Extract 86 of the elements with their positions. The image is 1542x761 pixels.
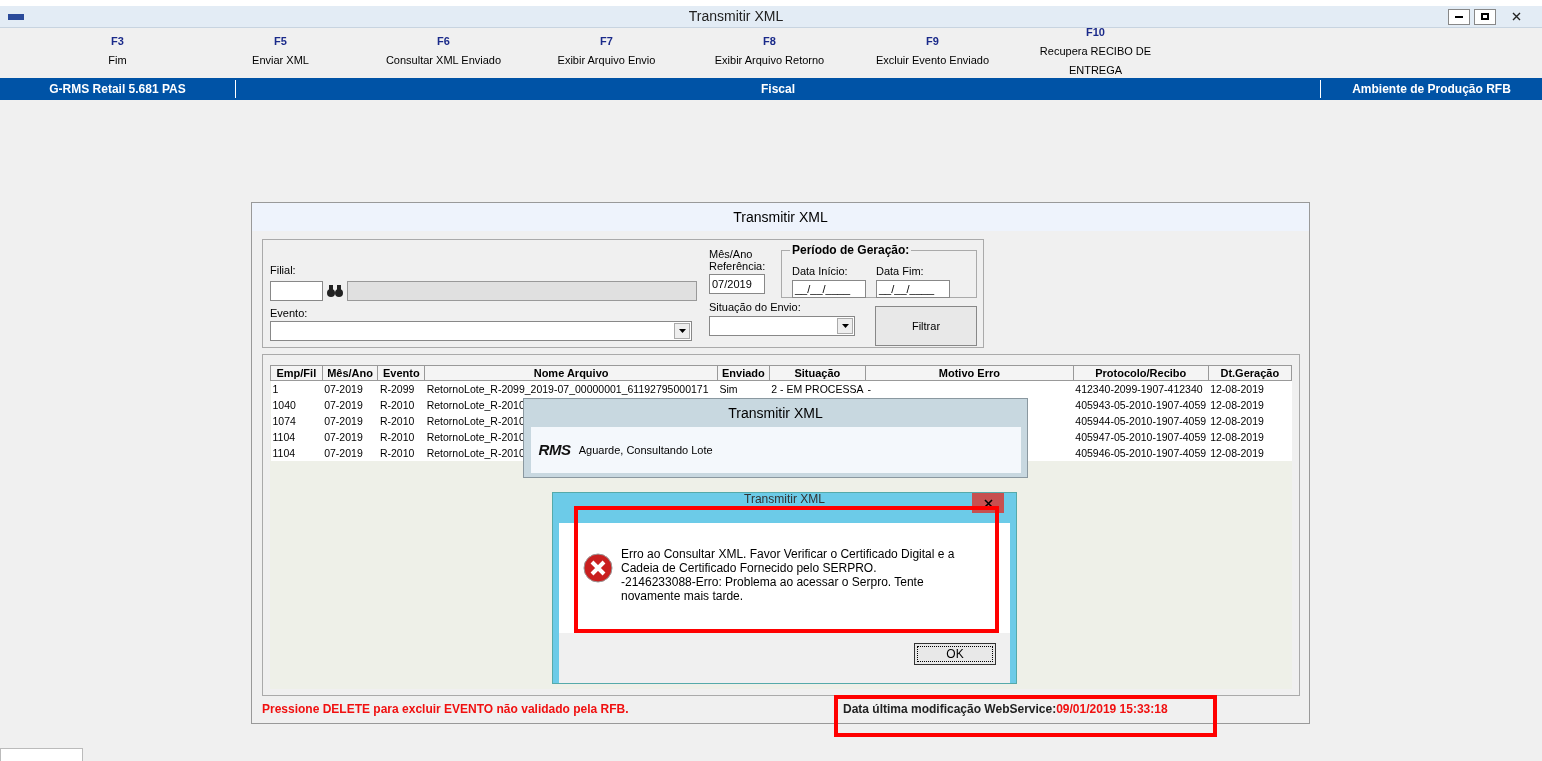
table-cell: 12-08-2019: [1210, 398, 1264, 411]
version-label: G-RMS Retail 5.681 PAS: [0, 80, 236, 98]
table-cell: 12-08-2019: [1210, 414, 1264, 427]
data-inicio-label: Data Início:: [792, 264, 849, 279]
table-cell: 1104: [272, 446, 296, 459]
data-fim-label: Data Fim:: [876, 264, 925, 279]
evento-label: Evento:: [270, 305, 309, 321]
table-cell: R-2010: [379, 430, 415, 443]
rms-logo: RMS: [538, 439, 571, 460]
table-cell: 1104: [272, 430, 296, 443]
table-cell: R-2099: [379, 382, 415, 395]
error-detail: -2146233088-Erro: Problema ao acessar o Serpro. Tente novamente mais tarde.: [621, 575, 925, 603]
table-cell: RetornoLote_R-2010: [426, 398, 525, 411]
column-header[interactable]: Nome Arquivo: [424, 365, 718, 381]
ok-button[interactable]: OK: [914, 643, 996, 665]
close-icon: [1512, 12, 1522, 21]
table-cell: 1040: [272, 398, 296, 411]
filter-button[interactable]: Filtrar: [875, 306, 977, 346]
table-cell: Sim: [719, 382, 738, 395]
table-cell: 07-2019: [324, 414, 363, 427]
column-header[interactable]: Situação: [769, 365, 866, 381]
table-cell: 12-08-2019: [1210, 430, 1264, 443]
panel-title: Transmitir XML: [252, 203, 1309, 231]
data-inicio-field[interactable]: __/__/____: [792, 279, 866, 298]
close-icon: [983, 498, 993, 508]
table-cell: 1: [272, 382, 279, 395]
evento-select[interactable]: [270, 321, 692, 341]
environment-label: Ambiente de Produção RFB: [1320, 80, 1542, 98]
periodo-title: Período de Geração:: [790, 243, 912, 257]
table-cell: RetornoLote_R-2099_2019-07_00000001_61192795000171: [426, 382, 709, 395]
situacao-select[interactable]: [709, 315, 855, 336]
toolbar-button[interactable]: F7 Exibir Arquivo Envio: [525, 32, 688, 70]
filial-field[interactable]: [270, 280, 323, 301]
toolbar-button[interactable]: F10 Recupera RECIBO DE ENTREGA: [1014, 22, 1177, 80]
webservice-date: 09/01/2019 15:33:18: [1056, 701, 1168, 718]
restore-button[interactable]: [1474, 8, 1496, 25]
mes-ano-label: Mês/Ano Referência:: [709, 248, 767, 272]
table-cell: 07-2019: [324, 446, 363, 459]
delete-hint: Pressione DELETE para excluir EVENTO não validado pela RFB.: [262, 701, 630, 718]
table-cell: 07-2019: [324, 382, 363, 395]
progress-message: Aguarde, Consultando Lote: [578, 442, 713, 458]
window-title: Transmitir XML: [688, 7, 784, 26]
column-header[interactable]: Dt.Geração: [1208, 365, 1292, 381]
table-cell: 2 - EM PROCESSA: [771, 382, 864, 395]
column-header[interactable]: Protocolo/Recibo: [1073, 365, 1209, 381]
dialog-title: Transmitir XML: [744, 493, 825, 506]
app-icon: [8, 13, 24, 20]
toolbar-button[interactable]: F8 Exibir Arquivo Retorno: [688, 32, 851, 70]
table-cell: RetornoLote_R-2010: [426, 430, 525, 443]
mes-ano-field[interactable]: 07/2019: [709, 274, 765, 294]
minimize-button[interactable]: [1448, 8, 1470, 25]
column-header[interactable]: Emp/Fil: [270, 365, 323, 381]
table-cell: 405946-05-2010-1907-4059: [1075, 446, 1207, 459]
table-cell: R-2010: [379, 414, 415, 427]
table-cell: 405947-05-2010-1907-4059: [1075, 430, 1207, 443]
column-header[interactable]: Mês/Ano: [322, 365, 378, 381]
column-header[interactable]: Enviado: [717, 365, 770, 381]
table-cell: R-2010: [379, 446, 415, 459]
table-cell: -: [867, 382, 871, 395]
toolbar-button[interactable]: F9 Excluir Evento Enviado: [851, 32, 1014, 70]
error-icon: [583, 553, 613, 583]
toolbar-button[interactable]: F5 Enviar XML: [199, 32, 362, 70]
table-cell: 12-08-2019: [1210, 382, 1264, 395]
table-cell: RetornoLote_R-2010: [426, 446, 525, 459]
table-cell: 405943-05-2010-1907-4059: [1075, 398, 1207, 411]
table-cell: 07-2019: [324, 398, 363, 411]
situacao-label: Situação do Envio:: [709, 300, 802, 315]
data-fim-field[interactable]: __/__/____: [876, 279, 950, 298]
toolbar-button[interactable]: F3 Fim: [36, 32, 199, 70]
webservice-label: Data última modificação WebService:: [843, 701, 1057, 718]
table-cell: R-2010: [379, 398, 415, 411]
column-header[interactable]: Evento: [377, 365, 425, 381]
table-cell: RetornoLote_R-2010: [426, 414, 525, 427]
table-cell: 405944-05-2010-1907-4059: [1075, 414, 1207, 427]
error-message: Erro ao Consultar XML. Favor Verificar o Certificado Digital e a Cadeia de Certificado Fornecido pelo SERPRO.: [621, 547, 956, 575]
table-cell: 12-08-2019: [1210, 446, 1264, 459]
table-cell: 412340-2099-1907-412340: [1075, 382, 1203, 395]
column-header[interactable]: Motivo Erro: [865, 365, 1074, 381]
table-cell: 1074: [272, 414, 296, 427]
toolbar-button[interactable]: F6 Consultar XML Enviado: [362, 32, 525, 70]
table-cell: 07-2019: [324, 430, 363, 443]
dialog-title: Transmitir XML: [728, 404, 823, 422]
module-label: Fiscal: [760, 81, 796, 98]
filial-label: Filial:: [270, 263, 297, 278]
dropdown-arrow-icon: [841, 323, 849, 328]
dropdown-arrow-icon: [678, 329, 686, 333]
